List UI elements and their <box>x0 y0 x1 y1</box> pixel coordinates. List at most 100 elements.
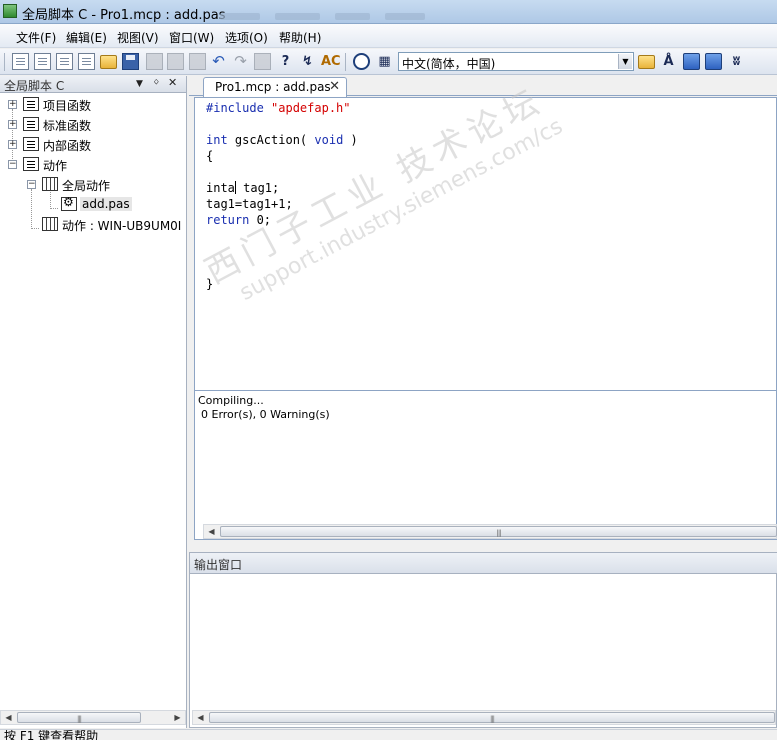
title-bar-blur <box>220 13 260 20</box>
title-bar: 全局脚本 C - Pro1.mcp : add.pas <box>0 0 777 24</box>
output-hscrollbar[interactable]: ◀ ||| <box>192 710 776 725</box>
compass-icon[interactable]: Å <box>660 53 677 70</box>
import-icon[interactable] <box>683 53 700 70</box>
scroll-thumb[interactable]: ||| <box>209 712 775 723</box>
document-tabbar: Pro1.mcp : add.pas ✕ <box>189 76 777 97</box>
menu-window[interactable]: 窗口(W) <box>169 29 214 46</box>
panel-title: 全局脚本 C <box>4 79 65 93</box>
editor-area: Pro1.mcp : add.pas ✕ #include "apdefap.h… <box>189 76 777 546</box>
tree-guide <box>50 189 51 209</box>
compile-hscrollbar[interactable]: ◀ ||| <box>203 524 777 539</box>
scroll-left-icon[interactable]: ◀ <box>1 711 16 724</box>
title-bar-blur <box>335 13 370 20</box>
tree-item-label: add.pas <box>80 197 132 211</box>
menu-view[interactable]: 视图(V) <box>117 29 159 46</box>
language-select[interactable]: 中文(简体，中国) ▼ <box>398 52 634 71</box>
tree-item-label: 项目函数 <box>43 99 92 113</box>
print-icon[interactable] <box>254 53 271 70</box>
copy-icon[interactable] <box>167 53 184 70</box>
trigger-clock-icon[interactable] <box>353 53 370 70</box>
app-icon <box>3 4 17 18</box>
panel-header: 全局脚本 C ▼ ᛜ ✕ <box>0 76 186 93</box>
script-file-icon <box>61 195 77 211</box>
output-window-title: 输出窗口 <box>194 558 243 572</box>
open-project-folder-icon[interactable] <box>638 55 655 69</box>
compile-icon[interactable]: ↯ <box>299 53 316 70</box>
title-bar-blur <box>275 13 320 20</box>
scroll-thumb[interactable]: ||| <box>220 526 777 537</box>
tab-add-pas[interactable]: Pro1.mcp : add.pas ✕ <box>203 77 347 97</box>
toolbar-separator <box>4 53 5 71</box>
status-text: 按 F1 键查看帮助 <box>4 729 99 740</box>
menu-help[interactable]: 帮助(H) <box>279 29 321 46</box>
new-function-icon[interactable] <box>34 53 51 70</box>
open-folder-icon[interactable] <box>100 55 117 69</box>
tree-item-label: 内部函数 <box>43 139 92 153</box>
chevron-down-icon[interactable]: ▼ <box>618 54 632 69</box>
output-window: 输出窗口 ◀ ||| <box>189 552 777 728</box>
expand-icon[interactable]: + <box>8 140 17 149</box>
close-tab-icon[interactable]: ✕ <box>329 79 340 94</box>
code-line: int gscAction( void ) <box>206 133 358 147</box>
save-icon[interactable] <box>122 53 139 70</box>
close-icon[interactable]: ✕ <box>168 76 177 89</box>
function-list-icon <box>23 97 39 111</box>
menu-file[interactable]: 文件(F) <box>16 29 56 46</box>
output-window-header: 输出窗口 <box>190 553 777 574</box>
collapse-icon[interactable]: − <box>8 160 17 169</box>
expand-icon[interactable]: + <box>8 120 17 129</box>
export-icon[interactable] <box>705 53 722 70</box>
tree-guide <box>50 208 58 209</box>
tree-item-label: 动作 : WIN-UB9UM0I <box>62 219 182 233</box>
code-line: } <box>206 277 214 291</box>
tree-item-label: 标准函数 <box>43 119 92 133</box>
function-list-icon <box>23 117 39 131</box>
expand-icon[interactable]: + <box>8 100 17 109</box>
project-tree-panel: 全局脚本 C ▼ ᛜ ✕ + 项目函数 + 标准函数 + 内部函数 − 动作 −… <box>0 76 187 728</box>
code-line: { <box>206 149 214 163</box>
new-document-icon[interactable] <box>78 53 95 70</box>
tag-icon[interactable]: ▦ <box>376 53 393 70</box>
context-help-icon[interactable]: ? <box>277 53 294 70</box>
code-line: #include "apdefap.h" <box>206 101 351 115</box>
function-list-icon <box>23 137 39 151</box>
pin-icon[interactable]: ᛜ <box>153 76 160 89</box>
compile-summary: 0 Error(s), 0 Warning(s) <box>201 408 330 421</box>
menu-edit[interactable]: 编辑(E) <box>66 29 107 46</box>
action-folder-icon <box>42 177 58 191</box>
tree-item-local-actions[interactable]: 动作 : WIN-UB9UM0I <box>0 216 186 234</box>
tree-item-label: 全局动作 <box>62 179 111 193</box>
action-folder-icon <box>42 217 58 231</box>
menu-bar: 文件(F) 编辑(E) 视图(V) 窗口(W) 选项(O) 帮助(H) <box>0 24 777 48</box>
new-action-icon[interactable] <box>56 53 73 70</box>
scroll-left-icon[interactable]: ◀ <box>193 711 208 724</box>
compile-results-pane: Compiling... 0 Error(s), 0 Warning(s) ◀ … <box>194 390 777 540</box>
title-bar-blur <box>385 13 425 20</box>
left-panel-hscrollbar[interactable]: ◀ ||| ▶ <box>0 710 186 725</box>
toolbar-separator <box>345 53 346 71</box>
undo-icon[interactable]: ↶ <box>210 53 227 70</box>
panel-dropdown-icon[interactable]: ▼ <box>136 79 143 89</box>
scroll-thumb[interactable]: ||| <box>17 712 141 723</box>
scroll-left-icon[interactable]: ◀ <box>204 525 219 538</box>
code-line: tag1=tag1+1; <box>206 197 293 211</box>
function-list-icon <box>23 157 39 171</box>
paste-icon[interactable] <box>189 53 206 70</box>
users-icon[interactable]: ʬ <box>728 53 745 70</box>
compile-status: Compiling... <box>198 394 264 407</box>
scroll-right-icon[interactable]: ▶ <box>170 711 185 724</box>
check-syntax-icon[interactable]: AC <box>321 53 341 70</box>
window-title: 全局脚本 C - Pro1.mcp : add.pas <box>22 8 226 23</box>
code-line: return 0; <box>206 213 272 227</box>
tree-item-label: 动作 <box>43 159 68 173</box>
redo-icon[interactable]: ↷ <box>232 53 249 70</box>
menu-options[interactable]: 选项(O) <box>225 29 268 46</box>
language-select-value: 中文(简体，中国) <box>402 57 496 71</box>
new-file-icon[interactable] <box>12 53 29 70</box>
tab-label: Pro1.mcp : add.pas <box>215 80 331 94</box>
cut-icon[interactable] <box>146 53 163 70</box>
collapse-icon[interactable]: − <box>27 180 36 189</box>
status-bar: 按 F1 键查看帮助 <box>0 729 777 740</box>
toolbar: ↶ ↷ ? ↯ AC ▦ Å ʬ <box>0 49 777 75</box>
code-line: inta tag1; <box>206 181 280 195</box>
